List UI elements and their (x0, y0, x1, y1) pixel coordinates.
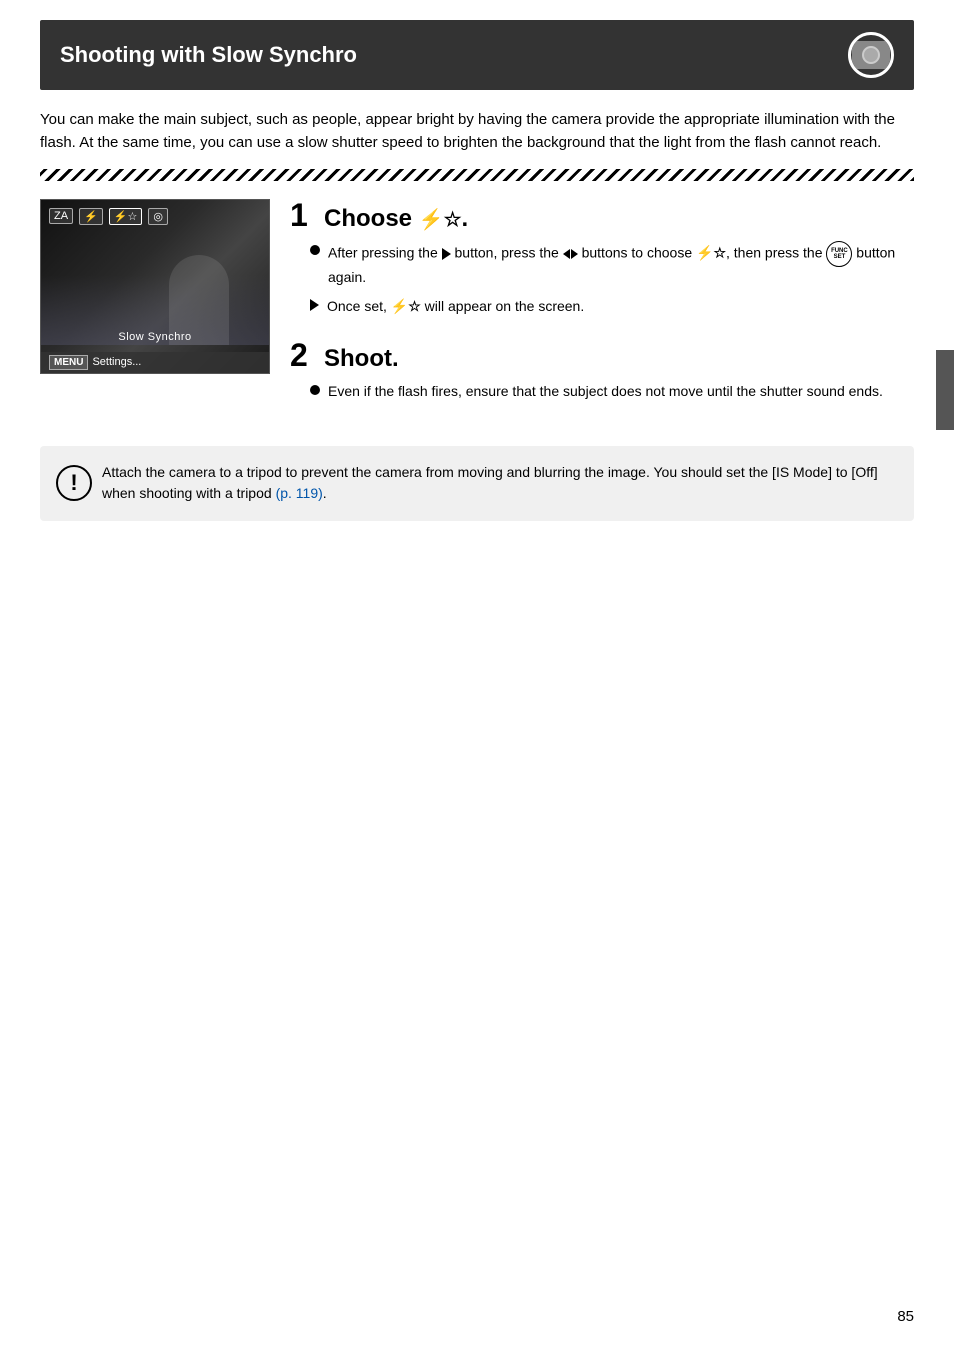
step-1-bullets: After pressing the button, press the but… (290, 241, 914, 317)
camera-image: ZA ⚡ ⚡☆ ◎ Slow Synchro MENU Settings... (40, 199, 270, 374)
title-bar: Shooting with Slow Synchro (40, 20, 914, 90)
step-1-bullet-2: Once set, ⚡☆ will appear on the screen. (310, 296, 914, 317)
camera-body-icon (852, 41, 890, 69)
step-1-bullet-1-text: After pressing the button, press the but… (328, 241, 914, 288)
camera-circle-icon: ◎ (148, 208, 168, 225)
bullet-circle-icon-2 (310, 385, 320, 395)
step-1-bullet-2-text: Once set, ⚡☆ will appear on the screen. (327, 296, 584, 317)
stripe-divider (40, 169, 914, 181)
step-2-bullet-1: Even if the flash fires, ensure that the… (310, 381, 914, 402)
camera-icons-row: ZA ⚡ ⚡☆ ◎ (49, 208, 168, 225)
set-label: SET (834, 254, 846, 260)
slow-synchro-inline-icon: ⚡☆ (696, 244, 726, 260)
note-text-before-link: Attach the camera to a tripod to prevent… (102, 464, 878, 502)
steps-area: ZA ⚡ ⚡☆ ◎ Slow Synchro MENU Settings... (40, 199, 914, 424)
page-number: 85 (897, 1308, 914, 1325)
camera-screen: ZA ⚡ ⚡☆ ◎ Slow Synchro MENU Settings... (41, 200, 269, 373)
warning-icon: ! (56, 465, 92, 501)
camera-flash-icon: ⚡ (79, 208, 103, 225)
bullet-arrow-icon (310, 299, 319, 311)
camera-za-icon: ZA (49, 208, 73, 224)
note-text-after-link: . (323, 485, 327, 501)
menu-settings-text: Settings... (92, 356, 141, 368)
step-2-title: Shoot. (324, 345, 399, 373)
func-set-button-icon: FUNC SET (826, 241, 852, 267)
note-box: ! Attach the camera to a tripod to preve… (40, 446, 914, 521)
left-arrow-icon (563, 249, 570, 259)
step-2-block: 2 Shoot. Even if the flash fires, ensure… (290, 339, 914, 402)
step-2-number: 2 (290, 339, 314, 371)
right-edge-tab (936, 350, 954, 430)
left-right-arrow-button-icon (563, 249, 578, 259)
camera-slow-synchro-icon: ⚡☆ (109, 208, 143, 225)
camera-image-block: ZA ⚡ ⚡☆ ◎ Slow Synchro MENU Settings... (40, 199, 270, 424)
intro-text: You can make the main subject, such as p… (40, 108, 914, 155)
step-2-bullet-1-text: Even if the flash fires, ensure that the… (328, 381, 883, 402)
steps-text-area: 1 Choose ⚡☆. After pressing the button, … (290, 199, 914, 424)
step-1-header: 1 Choose ⚡☆. (290, 199, 914, 233)
bullet-circle-icon (310, 245, 320, 255)
note-link[interactable]: (p. 119) (276, 485, 323, 501)
page-title: Shooting with Slow Synchro (60, 42, 357, 68)
slow-synchro-inline-icon-2: ⚡☆ (391, 298, 421, 314)
slow-synchro-step1-icon: ⚡☆ (419, 209, 462, 231)
step-1-bullet-1: After pressing the button, press the but… (310, 241, 914, 288)
step-2-header: 2 Shoot. (290, 339, 914, 373)
step-1-number: 1 (290, 199, 314, 231)
right-arrow-icon (571, 249, 578, 259)
step-2-bullets: Even if the flash fires, ensure that the… (290, 381, 914, 402)
step-1-block: 1 Choose ⚡☆. After pressing the button, … (290, 199, 914, 317)
step-1-title: Choose ⚡☆. (324, 205, 468, 233)
camera-menu-bar: MENU Settings... (41, 352, 269, 373)
slow-synchro-label: Slow Synchro (41, 331, 269, 343)
camera-icon (848, 32, 894, 78)
menu-label: MENU (49, 355, 88, 370)
right-arrow-button-icon (442, 248, 451, 260)
page-container: Shooting with Slow Synchro You can make … (0, 0, 954, 1345)
